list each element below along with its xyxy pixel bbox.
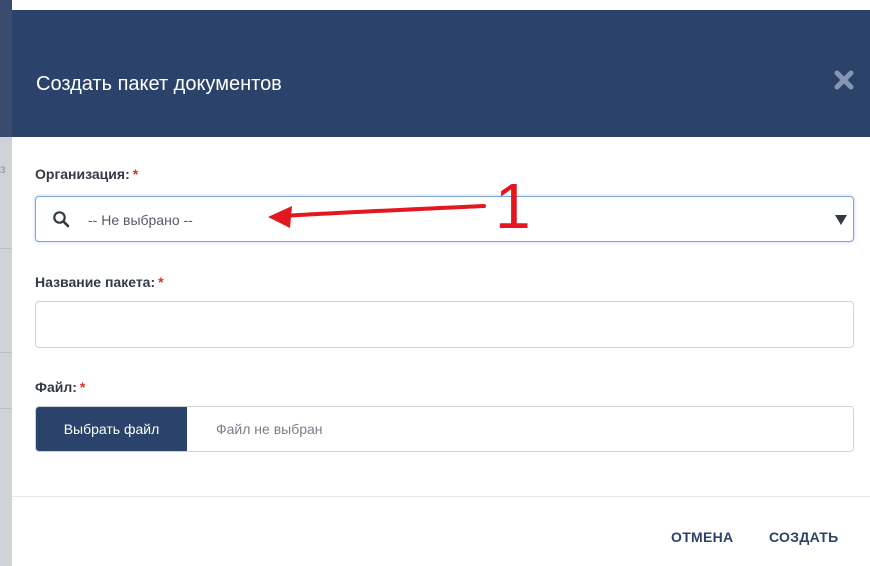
package-name-input[interactable] bbox=[35, 301, 854, 348]
create-button[interactable]: СОЗДАТЬ bbox=[769, 528, 839, 546]
choose-file-button[interactable]: Выбрать файл bbox=[36, 407, 187, 451]
organization-label: Организация: * bbox=[35, 165, 138, 183]
background-page: з bbox=[0, 0, 12, 566]
required-mark: * bbox=[79, 379, 86, 395]
footer-divider bbox=[12, 496, 870, 497]
organization-select-value: -- Не выбрано -- bbox=[88, 212, 193, 228]
background-header bbox=[0, 0, 12, 137]
create-package-dialog: Создать пакет документов Организация: * -… bbox=[12, 0, 870, 566]
search-icon bbox=[53, 211, 70, 228]
background-text: з bbox=[0, 162, 6, 176]
dialog-title: Создать пакет документов bbox=[36, 73, 282, 95]
organization-label-text: Организация: bbox=[35, 166, 130, 182]
background-divider bbox=[0, 248, 12, 249]
file-status: Файл не выбран bbox=[216, 421, 323, 437]
background-divider bbox=[0, 352, 12, 353]
file-label: Файл: * bbox=[35, 378, 85, 396]
package-name-label: Название пакета: * bbox=[35, 273, 164, 291]
required-mark: * bbox=[158, 274, 164, 290]
background-divider bbox=[0, 408, 12, 409]
file-picker: Выбрать файл Файл не выбран bbox=[35, 406, 854, 452]
chevron-down-icon bbox=[835, 215, 847, 225]
close-icon[interactable] bbox=[832, 68, 856, 92]
organization-select[interactable]: -- Не выбрано -- bbox=[35, 196, 854, 242]
cancel-button[interactable]: ОТМЕНА bbox=[671, 528, 733, 546]
package-name-label-text: Название пакета: bbox=[35, 274, 156, 290]
required-mark: * bbox=[132, 166, 139, 182]
file-label-text: Файл: bbox=[35, 379, 77, 395]
dialog-header: Создать пакет документов bbox=[12, 10, 870, 137]
